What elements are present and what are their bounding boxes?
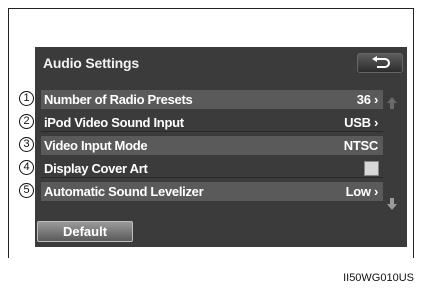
setting-label: Video Input Mode <box>44 138 148 153</box>
setting-row-auto-sound-levelizer[interactable]: Automatic Sound Levelizer Low › <box>41 182 383 201</box>
setting-row-video-input-mode[interactable]: Video Input Mode NTSC <box>41 136 383 155</box>
callout-4: 4 <box>19 160 34 175</box>
setting-label: Number of Radio Presets <box>44 92 193 107</box>
back-button[interactable] <box>357 53 403 73</box>
setting-value: 36 › <box>356 92 379 107</box>
setting-label: Automatic Sound Levelizer <box>44 184 204 199</box>
scroll-up-icon[interactable] <box>387 97 397 109</box>
scroll-down-icon[interactable] <box>387 198 397 210</box>
screen-title: Audio Settings <box>43 55 139 71</box>
setting-value: Low › <box>345 184 379 199</box>
setting-row-ipod-video-sound[interactable]: iPod Video Sound Input USB › <box>41 113 383 132</box>
default-button[interactable]: Default <box>37 221 133 242</box>
callout-3: 3 <box>19 137 34 152</box>
return-arrow-icon <box>372 56 390 68</box>
figure-code: II50WG010US <box>343 272 414 284</box>
callout-5: 5 <box>19 183 34 198</box>
setting-row-display-cover-art[interactable]: Display Cover Art <box>41 159 383 178</box>
callout-2: 2 <box>19 114 34 129</box>
setting-value: USB › <box>344 115 378 130</box>
callout-1: 1 <box>19 91 34 106</box>
setting-row-radio-presets[interactable]: Number of Radio Presets 36 › <box>41 90 383 109</box>
setting-label: iPod Video Sound Input <box>44 115 184 130</box>
setting-value: NTSC <box>343 138 379 153</box>
cover-art-checkbox[interactable] <box>364 161 379 176</box>
audio-settings-screen: Audio Settings Number of Radio Presets 3… <box>35 47 407 247</box>
setting-label: Display Cover Art <box>44 161 148 176</box>
